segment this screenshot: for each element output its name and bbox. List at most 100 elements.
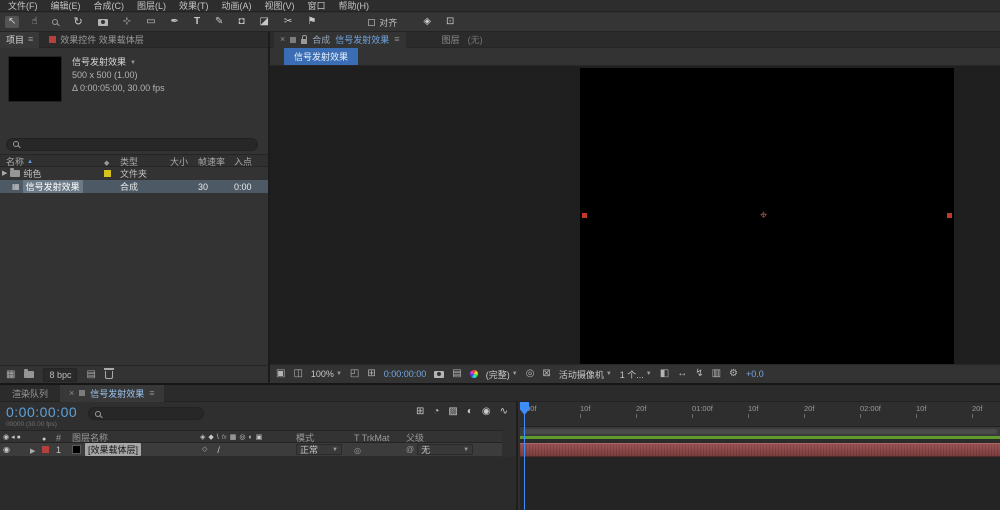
trash-icon[interactable]	[105, 371, 113, 379]
close-icon[interactable]: ×	[280, 35, 285, 44]
menu-edit[interactable]: 编辑(E)	[51, 0, 81, 12]
zoom-select[interactable]: 100%▼	[311, 369, 342, 379]
blend-mode-select[interactable]: 正常▼	[296, 444, 342, 455]
graph-editor-icon[interactable]: ∿	[500, 407, 508, 417]
parent-pickwhip-icon[interactable]: @	[406, 446, 414, 454]
panel-menu-icon[interactable]: ≡	[394, 35, 399, 44]
resolution-select[interactable]: (完整)▼	[486, 368, 518, 381]
shy-icon[interactable]: ▨	[448, 407, 457, 417]
timeline-track-area[interactable]: :00f 10f 20f 01:00f 10f 20f 02:00f 10f 2…	[520, 402, 1000, 510]
workspace-button-a[interactable]: ◈	[420, 16, 434, 28]
view-layout-select[interactable]: 1 个...▼	[620, 368, 652, 381]
solo-column-icon[interactable]: ●	[17, 434, 21, 441]
exposure-gear-icon[interactable]: ⚙	[729, 369, 738, 379]
layer-quality-best[interactable]: /	[217, 445, 220, 455]
quality-switch-icon[interactable]: \	[217, 434, 219, 441]
work-area-bar[interactable]	[520, 427, 1000, 436]
frame-blend-icon[interactable]: ◐	[467, 407, 473, 417]
column-in[interactable]: 入点	[234, 155, 264, 168]
pen-tool-button[interactable]: ✒	[168, 16, 182, 28]
eraser-tool-button[interactable]: ◪	[256, 16, 271, 28]
label-chip-yellow[interactable]	[104, 170, 111, 177]
snap-align-toggle[interactable]: 对齐	[368, 16, 397, 29]
snapshot-camera-icon[interactable]	[434, 371, 444, 378]
close-icon[interactable]: ×	[69, 389, 74, 398]
project-flowchart-icon[interactable]: ▦	[6, 370, 15, 380]
grid-guides-icon[interactable]: ⊞	[367, 369, 375, 379]
anchor-point-icon[interactable]: ⌖	[760, 208, 767, 221]
channels-panel-icon[interactable]: ◫	[293, 369, 302, 379]
column-label[interactable]: ◆	[104, 157, 120, 167]
adjustment-switch-icon[interactable]: ◐	[249, 434, 253, 441]
comp-name[interactable]: 信号发射效果	[72, 56, 126, 69]
comp-name-dropdown-icon[interactable]: ▼	[130, 60, 136, 66]
layer-handle-right[interactable]	[947, 213, 952, 218]
label-column-icon[interactable]: ●	[42, 436, 46, 443]
time-ruler[interactable]: :00f 10f 20f 01:00f 10f 20f 02:00f 10f 2…	[520, 402, 1000, 427]
panel-menu-icon[interactable]: ≡	[28, 35, 33, 44]
comp-viewer-area[interactable]: ⌖	[270, 66, 1000, 364]
column-fps[interactable]: 帧速率	[198, 155, 234, 168]
audio-column-icon[interactable]: ◂	[11, 434, 15, 441]
motion-blur-switch-icon[interactable]: ◎	[239, 434, 245, 441]
exposure-value[interactable]: +0.0	[746, 369, 764, 379]
menu-animation[interactable]: 动画(A)	[222, 0, 252, 12]
new-comp-icon[interactable]: ▤	[86, 370, 95, 380]
menu-effect[interactable]: 效果(T)	[179, 0, 209, 12]
menu-window[interactable]: 窗口	[308, 0, 326, 12]
show-channel-icon[interactable]	[470, 370, 478, 378]
project-row-solids[interactable]: ▶ 纯色 文件夹	[0, 167, 268, 180]
camera-select[interactable]: 活动摄像机▼	[559, 368, 612, 381]
current-time-display[interactable]: 0:00:00:00 00000 (30.00 fps)	[6, 404, 77, 428]
hash-column[interactable]: #	[56, 433, 72, 443]
camera-tool-button[interactable]	[95, 18, 111, 27]
share-view-icon[interactable]: ◧	[660, 369, 669, 379]
zoom-tool-button[interactable]	[49, 18, 61, 26]
eye-column-icon[interactable]: ◉	[3, 434, 9, 441]
project-search-input[interactable]	[6, 138, 258, 151]
playhead-line[interactable]	[524, 402, 525, 510]
hand-tool-button[interactable]: ☝	[28, 16, 40, 28]
panel-menu-icon[interactable]: ≡	[149, 389, 154, 398]
transparency-grid-icon[interactable]: ⊠	[542, 369, 550, 379]
motion-blur-icon[interactable]: ◉	[482, 407, 491, 417]
align-checkbox[interactable]	[368, 19, 375, 26]
pixel-aspect-icon[interactable]: ↔	[677, 369, 687, 379]
pan-behind-tool-button[interactable]: ⊹	[120, 16, 134, 28]
layer-name[interactable]: [效果载体层]	[85, 443, 141, 456]
viewer-timecode[interactable]: 0:00:00:00	[384, 369, 427, 379]
clone-stamp-tool-button[interactable]: ◘	[235, 16, 247, 28]
layer-quality-slot-icon[interactable]: ◇	[202, 446, 207, 453]
tab-composition[interactable]: × 合成 信号发射效果 ≡	[274, 32, 406, 48]
expander-icon[interactable]: ▶	[2, 170, 7, 177]
menu-help[interactable]: 帮助(H)	[339, 0, 370, 12]
workspace-button-b[interactable]: ⊡	[443, 16, 457, 28]
layer-visibility-eye-icon[interactable]: ◉	[3, 446, 10, 454]
type-tool-button[interactable]: T	[191, 16, 203, 28]
shape-tool-button[interactable]: ▭	[143, 16, 158, 28]
show-snapshot-icon[interactable]: ▤	[452, 369, 461, 379]
puppet-pin-tool-button[interactable]: ⚑	[304, 16, 319, 28]
comp-viewer-tab-active[interactable]: 信号发射效果	[284, 48, 358, 65]
new-folder-icon[interactable]	[24, 370, 34, 380]
tab-effect-controls[interactable]: 效果控件 效果载体层	[39, 33, 154, 46]
draft-3d-icon[interactable]: ◔	[433, 407, 439, 417]
timeline-search-input[interactable]	[88, 407, 204, 420]
lock-icon[interactable]	[301, 39, 307, 44]
bpc-button[interactable]: 8 bpc	[43, 368, 77, 382]
roto-brush-tool-button[interactable]: ✂	[281, 16, 295, 28]
menu-composition[interactable]: 合成(C)	[94, 0, 125, 12]
tab-project[interactable]: 项目 ≡	[0, 32, 39, 48]
timeline-button-icon[interactable]: ▥	[712, 369, 721, 379]
menu-view[interactable]: 视图(V)	[265, 0, 295, 12]
cube-3d-switch-icon[interactable]: ▣	[256, 434, 263, 441]
trkmat-column[interactable]: T TrkMat	[354, 433, 406, 443]
orbit-tool-button[interactable]: ↻	[70, 16, 85, 29]
project-row-comp-selected[interactable]: ▦ 信号发射效果 合成 30 0:00	[0, 180, 268, 193]
column-size[interactable]: 大小	[170, 155, 198, 168]
comp-thumbnail[interactable]	[8, 56, 62, 102]
collapse-switch-icon[interactable]: ◆	[208, 434, 213, 441]
layer-duration-bar[interactable]	[520, 443, 1000, 457]
layer-expander-icon[interactable]: ▶	[30, 448, 35, 455]
frame-blend-switch-icon[interactable]: ▦	[230, 434, 237, 441]
